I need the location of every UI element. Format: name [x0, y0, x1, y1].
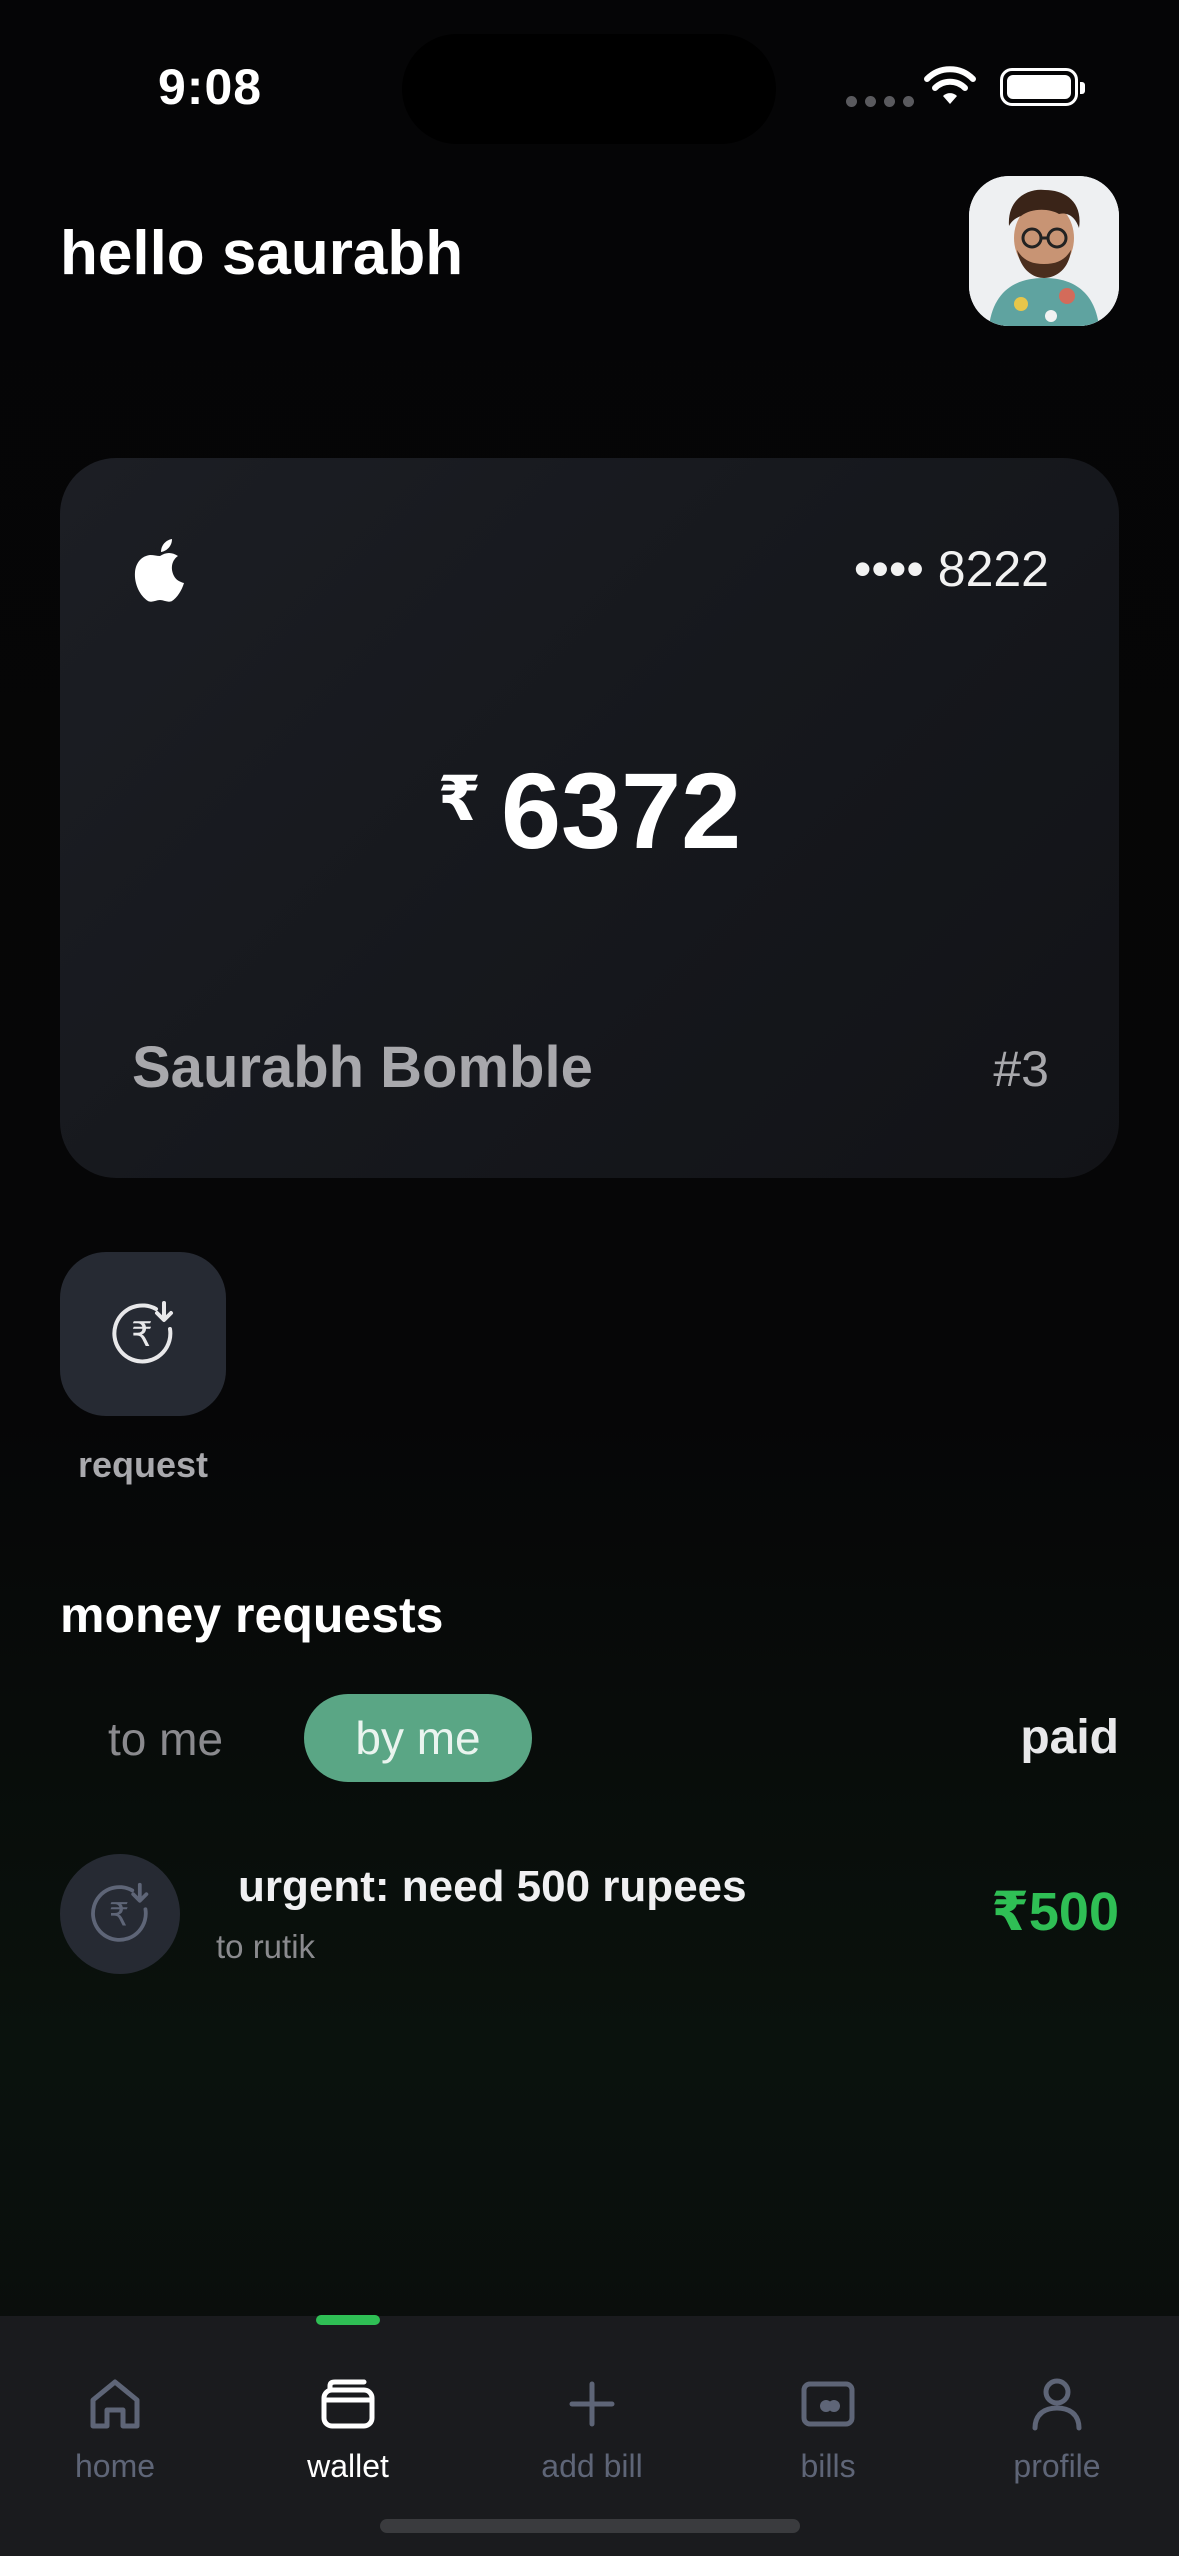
request-title: urgent: need 500 rupees — [238, 1862, 747, 1911]
card-holder-name: Saurabh Bomble — [132, 1035, 593, 1100]
tab-profile[interactable]: profile — [967, 2372, 1147, 2485]
wifi-icon — [924, 66, 976, 104]
bill-icon — [801, 2381, 855, 2427]
avatar[interactable] — [969, 176, 1119, 326]
rupee-request-icon: ₹ — [91, 1882, 149, 1942]
tab-wallet-label: wallet — [307, 2448, 389, 2484]
svg-text:₹: ₹ — [131, 1315, 153, 1355]
card-index: #3 — [993, 1041, 1049, 1097]
status-time: 9:08 — [158, 59, 263, 115]
active-tab-indicator — [316, 2315, 380, 2325]
card-masked-number: •••• 8222 — [853, 541, 1049, 597]
request-button[interactable]: ₹ — [60, 1252, 226, 1416]
battery-icon — [1000, 68, 1085, 106]
money-requests-title: money requests — [60, 1587, 444, 1643]
request-item-icon-wrap: ₹ — [60, 1854, 180, 1974]
tab-home-label: home — [74, 2448, 156, 2484]
profile-icon — [1032, 2378, 1082, 2431]
request-label: request — [77, 1444, 209, 1485]
home-indicator — [380, 2519, 800, 2533]
greeting-title: hello saurabh — [60, 219, 464, 288]
request-recipient: to rutik — [216, 1928, 316, 1965]
rupee-request-icon: ₹ — [112, 1301, 173, 1364]
wallet-icon — [321, 2379, 375, 2429]
tab-by-me[interactable]: by me — [304, 1694, 532, 1782]
tab-bills-label: bills — [800, 2448, 856, 2484]
home-icon — [90, 2379, 140, 2429]
apple-logo-icon — [134, 539, 184, 602]
svg-text:₹: ₹ — [109, 1895, 129, 1933]
wallet-card[interactable]: •••• 8222 ₹6372 Saurabh Bomble #3 — [60, 458, 1119, 1178]
user-photo-icon — [969, 176, 1119, 326]
cellular-signal-icon — [846, 96, 914, 107]
tab-bills[interactable]: bills — [738, 2372, 918, 2485]
tab-add-bill[interactable]: add bill — [502, 2372, 682, 2485]
card-balance: ₹6372 — [60, 748, 1119, 873]
tab-to-me[interactable]: to me — [108, 1712, 223, 1766]
plus-icon — [569, 2381, 615, 2427]
tab-home[interactable]: home — [25, 2372, 205, 2485]
request-amount: ₹500 — [991, 1882, 1119, 1942]
dynamic-island — [402, 34, 776, 144]
tab-wallet[interactable]: wallet — [258, 2372, 438, 2485]
tab-profile-label: profile — [1013, 2448, 1101, 2484]
currency-symbol: ₹ — [437, 765, 481, 834]
tab-add-bill-label: add bill — [541, 2448, 643, 2484]
tab-paid[interactable]: paid — [1020, 1710, 1119, 1765]
balance-amount: 6372 — [500, 750, 742, 871]
